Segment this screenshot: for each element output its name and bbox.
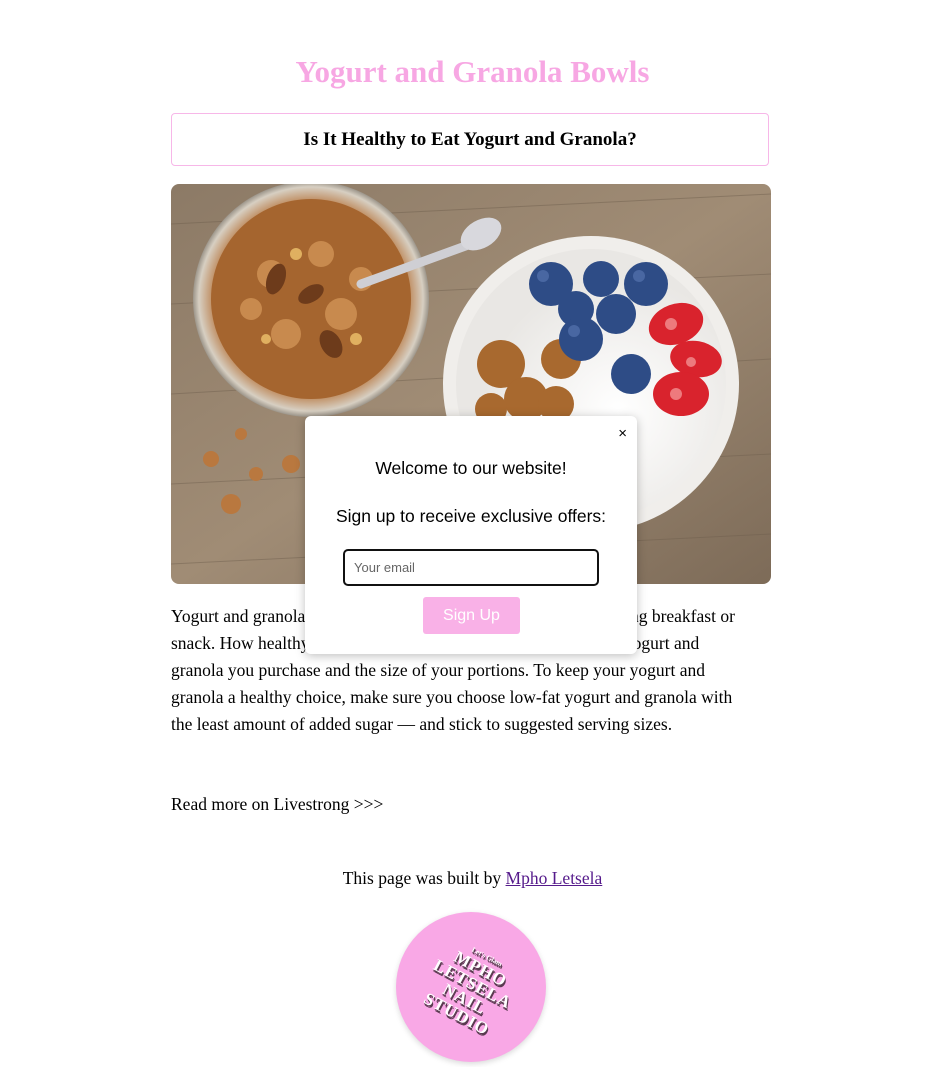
- close-icon[interactable]: ×: [618, 426, 627, 441]
- email-input[interactable]: [343, 549, 599, 586]
- nail-studio-logo[interactable]: Let's Glam MPHO LETSELA NAIL STUDIO: [396, 912, 546, 1062]
- subtitle-box: Is It Healthy to Eat Yogurt and Granola?: [171, 113, 769, 166]
- author-link[interactable]: Mpho Letsela: [506, 868, 603, 888]
- page-credit: This page was built by Mpho Letsela: [0, 865, 945, 892]
- subtitle: Is It Healthy to Eat Yogurt and Granola?: [303, 128, 637, 150]
- signup-popup: × Welcome to our website! Sign up to rec…: [305, 416, 637, 654]
- popup-welcome-text: Welcome to our website!: [375, 458, 567, 478]
- page-title: Yogurt and Granola Bowls: [295, 54, 650, 89]
- credit-text: This page was built by: [342, 868, 506, 888]
- sign-up-button[interactable]: Sign Up: [423, 597, 520, 634]
- read-more-link[interactable]: Read more on Livestrong >>>: [171, 791, 383, 818]
- popup-signup-text: Sign up to receive exclusive offers:: [335, 506, 607, 526]
- logo-text: Let's Glam MPHO LETSELA NAIL STUDIO: [396, 912, 546, 1062]
